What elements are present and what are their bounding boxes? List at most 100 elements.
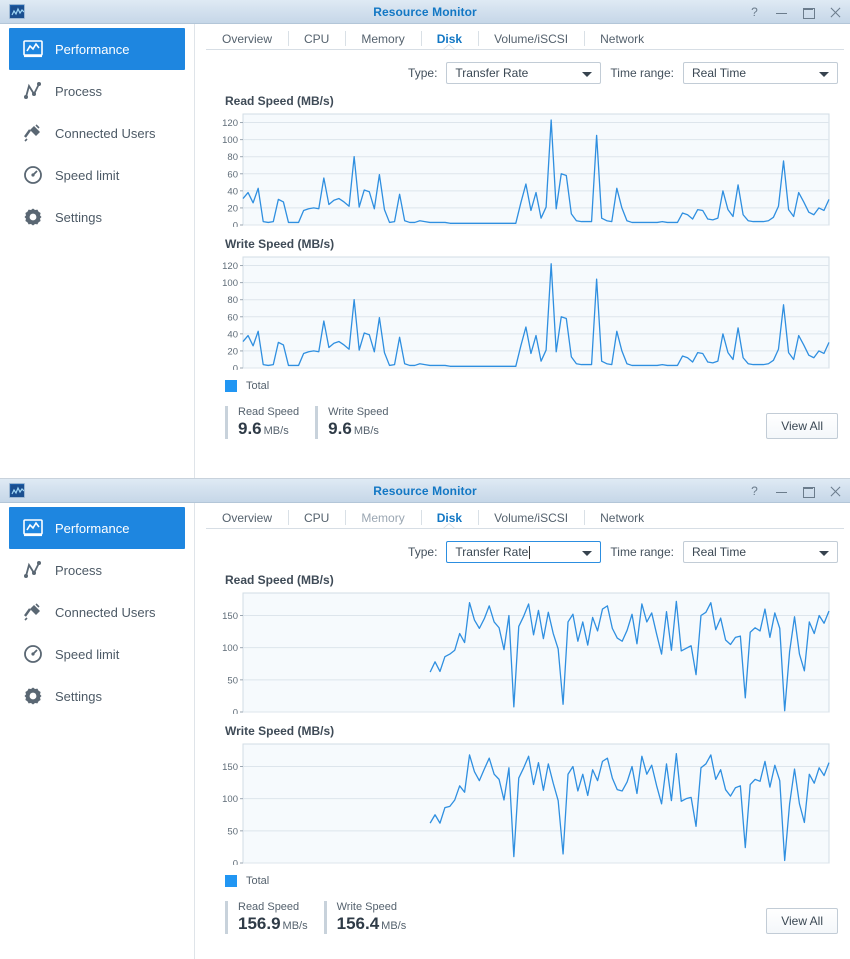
maximize-icon[interactable] [802,485,815,498]
sidebar-item-label: Speed limit [55,647,119,662]
write-speed-chart: 020406080100120 [217,255,850,370]
close-icon[interactable] [829,485,842,498]
write-speed-chart: 050100150 [217,742,850,865]
content-area: Overview CPU Memory Disk Volume/iSCSI Ne… [195,24,850,481]
type-select[interactable]: Transfer Rate [446,541,601,563]
sidebar: Performance Process [0,24,195,481]
window-body: Performance Process [0,24,850,481]
read-speed-stat-name: Read Speed [238,406,299,418]
tabbar: Overview CPU Memory Disk Volume/iSCSI Ne… [195,24,850,50]
window-title: Resource Monitor [0,484,850,498]
text-cursor [529,546,530,559]
window-titlebar: Resource Monitor [0,479,850,503]
chevron-down-icon [582,72,592,77]
help-icon[interactable] [748,485,761,498]
tab-memory[interactable]: Memory [345,28,420,50]
close-icon[interactable] [829,6,842,19]
write-speed-chart-block: Write Speed (MB/s) 020406080100120 [195,227,850,370]
chevron-down-icon [582,551,592,556]
minimize-icon[interactable] [775,6,788,19]
help-icon[interactable] [748,6,761,19]
chart-legend: Total [195,865,850,887]
read-speed-stat-value: 9.6MB/s [238,419,299,439]
read-speed-number: 156.9 [238,914,281,933]
sidebar: Performance Process [0,503,195,959]
tab-overview[interactable]: Overview [206,507,288,529]
sidebar-item-settings[interactable]: Settings [9,196,185,238]
read-speed-chart-title: Read Speed (MB/s) [225,573,850,587]
tabbar-divider [206,528,844,529]
write-speed-chart-block: Write Speed (MB/s) 050100150 [195,714,850,865]
read-speed-chart-block: Read Speed (MB/s) 050100150 [195,563,850,714]
tab-volume-iscsi[interactable]: Volume/iSCSI [478,28,584,50]
view-all-button[interactable]: View All [766,908,838,934]
sidebar-item-process[interactable]: Process [9,70,185,112]
svg-text:20: 20 [227,203,238,214]
read-speed-stat-name: Read Speed [238,901,308,913]
minimize-icon[interactable] [775,485,788,498]
chart-legend: Total [195,370,850,392]
tab-overview[interactable]: Overview [206,28,288,50]
tab-network[interactable]: Network [584,507,660,529]
svg-text:100: 100 [222,135,238,146]
tab-volume-iscsi[interactable]: Volume/iSCSI [478,507,584,529]
stats-row: Read Speed 9.6MB/s Write Speed 9.6MB/s V… [195,392,850,439]
tab-disk[interactable]: Disk [421,28,478,50]
time-range-select-value: Real Time [692,66,746,80]
svg-text:100: 100 [222,643,238,654]
svg-text:80: 80 [227,295,238,306]
resource-monitor-window-2: Resource Monitor Performance [0,478,850,959]
speedometer-icon [22,643,44,665]
write-speed-stat: Write Speed 156.4MB/s [324,901,407,934]
svg-text:150: 150 [222,611,238,622]
svg-text:150: 150 [222,762,238,773]
type-label: Type: [408,545,437,559]
sidebar-item-speed-limit[interactable]: Speed limit [9,633,185,675]
write-speed-stat-name: Write Speed [337,901,407,913]
sidebar-item-performance[interactable]: Performance [9,507,185,549]
tab-cpu[interactable]: CPU [288,507,345,529]
svg-text:50: 50 [227,675,238,686]
svg-text:120: 120 [222,118,238,129]
speedometer-icon [22,164,44,186]
tab-cpu[interactable]: CPU [288,28,345,50]
sidebar-item-performance[interactable]: Performance [9,28,185,70]
svg-text:100: 100 [222,794,238,805]
svg-text:0: 0 [233,859,238,866]
sidebar-item-process[interactable]: Process [9,549,185,591]
write-speed-stat-value: 9.6MB/s [328,419,388,439]
legend-label: Total [246,875,269,887]
read-speed-unit: MB/s [264,425,289,437]
active-tab-indicator [442,45,456,51]
svg-text:60: 60 [227,312,238,323]
write-speed-number: 9.6 [328,419,352,438]
active-tab-indicator [442,524,456,530]
tab-network[interactable]: Network [584,28,660,50]
svg-text:0: 0 [233,221,238,228]
tab-disk[interactable]: Disk [421,507,478,529]
maximize-icon[interactable] [802,6,815,19]
write-speed-unit: MB/s [354,425,379,437]
sidebar-item-label: Performance [55,521,129,536]
read-speed-chart-title: Read Speed (MB/s) [225,94,850,108]
read-speed-chart-block: Read Speed (MB/s) 020406080100120 [195,84,850,227]
view-all-button[interactable]: View All [766,413,838,439]
sidebar-item-settings[interactable]: Settings [9,675,185,717]
time-range-label: Time range: [610,545,674,559]
sidebar-item-label: Connected Users [55,126,155,141]
read-speed-stat-value: 156.9MB/s [238,914,308,934]
tab-disk-label: Disk [437,511,462,525]
sidebar-item-connected-users[interactable]: Connected Users [9,591,185,633]
time-range-select[interactable]: Real Time [683,62,838,84]
svg-text:100: 100 [222,278,238,289]
type-select[interactable]: Transfer Rate [446,62,601,84]
read-speed-chart: 050100150 [217,591,850,714]
plug-icon [22,122,44,144]
sidebar-item-speed-limit[interactable]: Speed limit [9,154,185,196]
time-range-select[interactable]: Real Time [683,541,838,563]
chart-controls: Type: Transfer Rate Time range: Real Tim… [195,50,850,84]
performance-icon [22,38,44,60]
tab-memory[interactable]: Memory [345,507,420,529]
sidebar-item-connected-users[interactable]: Connected Users [9,112,185,154]
gear-icon [22,685,44,707]
